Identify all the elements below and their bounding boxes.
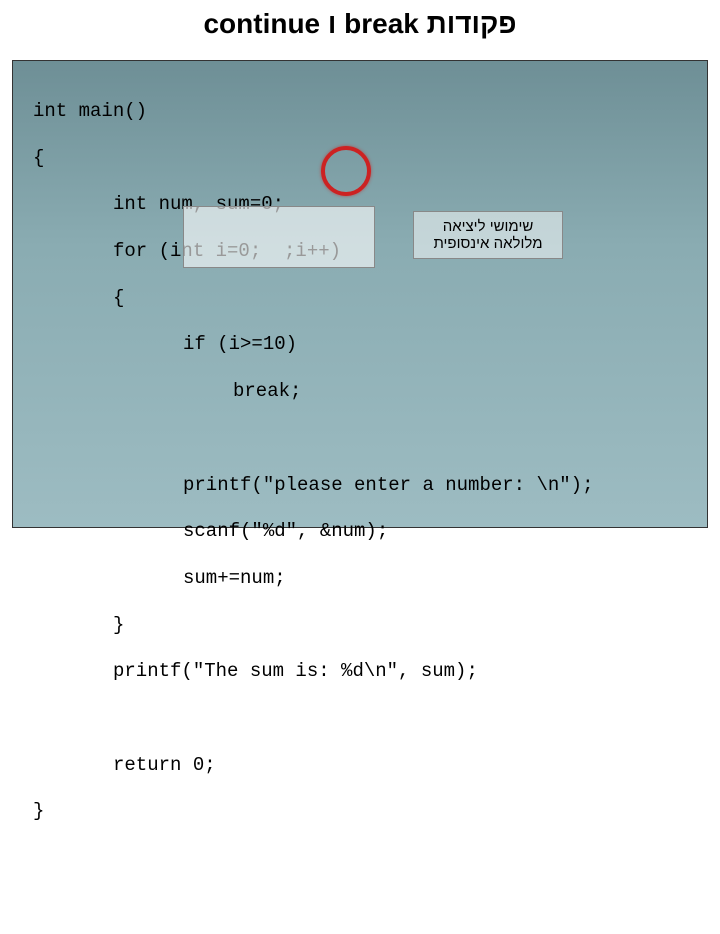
circle-annotation bbox=[321, 146, 371, 196]
code-l6: if (i>=10) bbox=[33, 332, 687, 357]
callout-line2: מלולאה אינסופית bbox=[418, 235, 558, 252]
code-panel: int main() { int num, sum=0; for (int i=… bbox=[12, 60, 708, 528]
code-l7: break; bbox=[33, 379, 687, 404]
highlight-break-box bbox=[183, 206, 375, 268]
blank2 bbox=[33, 706, 687, 731]
callout-line1: שימושי ליציאה bbox=[418, 218, 558, 235]
code-l10: sum+=num; bbox=[33, 566, 687, 591]
code-l13: return 0; bbox=[33, 753, 687, 778]
slide-title: פקודות break ו continue bbox=[0, 0, 720, 44]
callout-box: שימושי ליציאה מלולאה אינסופית bbox=[413, 211, 563, 259]
code-l5: { bbox=[33, 286, 687, 311]
code-l11: } bbox=[33, 613, 687, 638]
code-l8: printf("please enter a number: \n"); bbox=[33, 473, 687, 498]
code-l12: printf("The sum is: %d\n", sum); bbox=[33, 659, 687, 684]
code-l9: scanf("%d", &num); bbox=[33, 519, 687, 544]
blank1 bbox=[33, 426, 687, 451]
code-l14: } bbox=[33, 799, 687, 824]
code-l1: int main() bbox=[33, 99, 687, 124]
